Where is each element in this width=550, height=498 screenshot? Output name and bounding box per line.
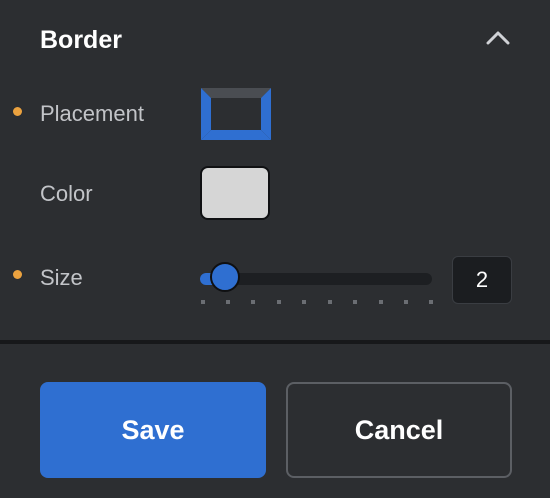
- slider-tick: [302, 300, 306, 304]
- slider-tick: [328, 300, 332, 304]
- size-input[interactable]: 2: [452, 256, 512, 304]
- slider-tick: [379, 300, 383, 304]
- chevron-up-icon[interactable]: [484, 28, 512, 48]
- slider-tick: [404, 300, 408, 304]
- slider-tick: [201, 300, 205, 304]
- section-title: Border: [40, 26, 122, 54]
- slider-tick: [353, 300, 357, 304]
- slider-tick: [277, 300, 281, 304]
- size-slider-thumb[interactable]: [210, 262, 240, 292]
- cancel-button[interactable]: Cancel: [286, 382, 512, 478]
- size-label: Size: [40, 265, 83, 290]
- border-placement-selector[interactable]: [199, 86, 273, 142]
- color-swatch[interactable]: [200, 166, 270, 220]
- size-slider-ticks: [201, 300, 433, 306]
- slider-tick: [429, 300, 433, 304]
- slider-tick: [251, 300, 255, 304]
- modified-indicator-dot: [13, 107, 22, 116]
- save-button[interactable]: Save: [40, 382, 266, 478]
- placement-label: Placement: [40, 101, 144, 126]
- modified-indicator-dot: [13, 270, 22, 279]
- border-section: Border Placement Color Size 2: [0, 0, 550, 340]
- slider-tick: [226, 300, 230, 304]
- color-label: Color: [40, 181, 93, 206]
